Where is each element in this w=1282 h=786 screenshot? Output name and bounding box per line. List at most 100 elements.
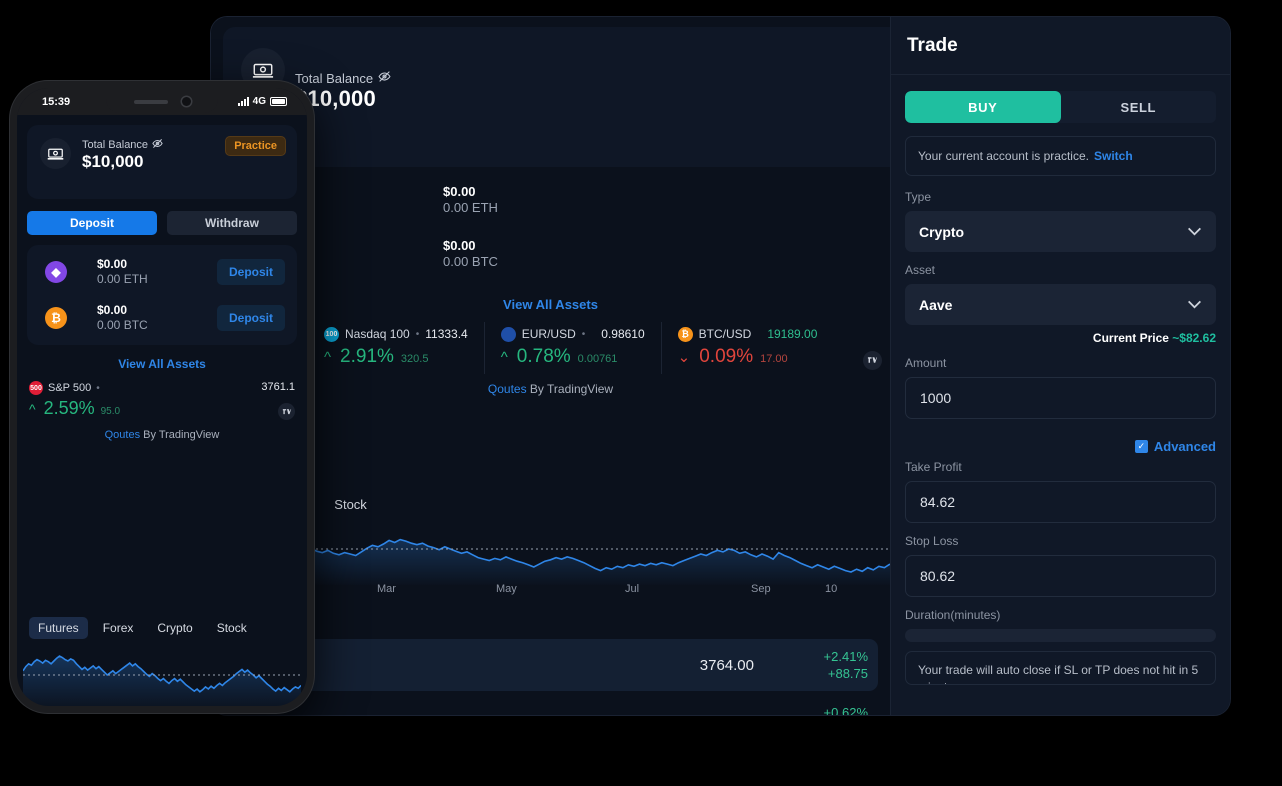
ticker-eurusd[interactable]: EUR/USD • 0.98610 ^ 0.78% 0.00761: [484, 322, 661, 374]
practice-notice-text: Your current account is practice.: [918, 149, 1089, 163]
tradingview-logo-icon[interactable]: [278, 403, 295, 420]
duration-label: Duration(minutes): [905, 608, 1216, 622]
tab-stock[interactable]: Stock: [325, 494, 376, 515]
sell-tab[interactable]: SELL: [1061, 91, 1217, 123]
list-item: ₿ $0.00 0.00 BTC Deposit: [27, 295, 297, 341]
view-all-assets-link[interactable]: View All Assets: [17, 357, 307, 371]
stop-loss-label: Stop Loss: [905, 534, 1216, 548]
bitcoin-icon: ₿: [45, 307, 67, 329]
bitcoin-icon: ₿: [678, 327, 693, 342]
asset-list: ◆ $0.00 0.00 ETH Deposit Withdraw ₿ $0.0…: [223, 173, 890, 281]
tab-forex[interactable]: Forex: [94, 617, 143, 639]
eye-off-icon[interactable]: [378, 70, 391, 86]
asset-selected-value: Aave: [919, 297, 952, 313]
mobile-price-chart: [23, 640, 301, 706]
quotes-link[interactable]: Qoutes: [488, 382, 527, 396]
ticker-name: EUR/USD: [522, 327, 576, 341]
type-select[interactable]: Crypto: [905, 211, 1216, 252]
asset-quantity: 0.00 ETH: [97, 272, 148, 287]
advanced-toggle-row[interactable]: ✓ Advanced: [905, 439, 1216, 454]
mobile-content: Total Balance $10,000 Practice Deposit W…: [17, 125, 307, 706]
buy-sell-toggle: BUY SELL: [905, 91, 1216, 123]
eye-off-icon[interactable]: [152, 138, 163, 152]
tab-futures[interactable]: Futures: [29, 617, 88, 639]
quotes-suffix: By TradingView: [140, 429, 219, 441]
trade-panel: Trade BUY SELL Your current account is p…: [890, 17, 1230, 715]
caret-up-icon: ^: [324, 349, 331, 366]
separator-dot: •: [416, 329, 420, 340]
separator-dot: •: [96, 383, 100, 394]
mobile-deposit-withdraw-tabs: Deposit Withdraw: [27, 211, 297, 235]
sp500-icon: 500: [29, 381, 43, 395]
switch-account-link[interactable]: Switch: [1094, 149, 1133, 163]
ticker-price: 3761.1: [261, 381, 295, 393]
status-indicators: 4G: [238, 96, 287, 107]
ticker-name: S&P 500: [48, 382, 91, 394]
asset-quantity: 0.00 BTC: [443, 254, 498, 270]
front-camera-icon: [182, 97, 191, 106]
mobile-status-bar: 15:39 4G: [17, 88, 307, 115]
eurusd-flag-icon: [501, 327, 516, 342]
quotes-suffix: By TradingView: [527, 382, 614, 396]
ethereum-icon: ◆: [45, 261, 67, 283]
ticker-name: BTC/USD: [699, 327, 752, 341]
current-price: Current Price ~$82.62: [905, 331, 1216, 345]
take-profit-input[interactable]: 84.62: [905, 481, 1216, 523]
network-type-label: 4G: [253, 96, 266, 107]
banknote-icon: [40, 138, 71, 169]
deposit-tab[interactable]: Deposit: [27, 211, 157, 235]
ticker-price: 11333.4: [425, 327, 468, 341]
ticker-price: 19189.00: [767, 327, 817, 341]
advanced-label: Advanced: [1154, 439, 1216, 454]
asset-select[interactable]: Aave: [905, 284, 1216, 325]
ticker-price: 0.98610: [601, 327, 644, 341]
deposit-button[interactable]: Deposit: [217, 305, 285, 331]
ticker-btcusd[interactable]: ₿ BTC/USD 19189.00 ⌄ 0.09% 17.00: [661, 322, 834, 374]
duration-slider[interactable]: [905, 629, 1216, 642]
quotes-attribution: Qoutes By TradingView: [17, 429, 307, 441]
page-title: Trade: [907, 35, 958, 57]
ticker-change-pct: 2.59%: [44, 398, 95, 419]
trade-panel-header: Trade: [891, 17, 1230, 75]
mobile-chart-category-tabs: Futures Forex Crypto Stock: [29, 617, 256, 639]
current-price-value: ~$82.62: [1172, 331, 1216, 345]
axis-tick-label: Jul: [625, 583, 639, 595]
asset-usd-value: $0.00: [443, 184, 498, 200]
practice-badge[interactable]: Practice: [225, 136, 286, 156]
quote-change-pct: +0.62%: [782, 704, 868, 715]
quote-change: +2.41% +88.75: [782, 648, 868, 682]
mobile-ticker-sp500[interactable]: 500 S&P 500 • 3761.1 ^ 2.59% 95.0: [29, 381, 295, 425]
mobile-screen: 15:39 4G: [17, 88, 307, 706]
axis-tick-label: Mar: [377, 583, 396, 595]
chevron-down-icon: [1187, 224, 1202, 239]
buy-tab[interactable]: BUY: [905, 91, 1061, 123]
amount-input[interactable]: 1000: [905, 377, 1216, 419]
advanced-checkbox[interactable]: ✓: [1135, 440, 1148, 453]
caret-up-icon: ^: [501, 349, 508, 366]
practice-account-notice: Your current account is practice. Switch: [905, 136, 1216, 176]
quote-row[interactable]: 3764.00 +2.41% +88.75: [223, 639, 878, 691]
quote-price: 3764.00: [700, 657, 754, 674]
tab-stock[interactable]: Stock: [208, 617, 256, 639]
tradingview-logo-icon[interactable]: [863, 351, 882, 370]
asset-usd-value: $0.00: [97, 257, 148, 272]
quotes-link[interactable]: Qoutes: [105, 429, 140, 441]
withdraw-tab[interactable]: Withdraw: [167, 211, 297, 235]
asset-values: $0.00 0.00 ETH: [443, 184, 498, 216]
caret-up-icon: ^: [29, 401, 36, 417]
ticker-change-abs: 0.00761: [578, 353, 618, 365]
axis-tick-label: 10: [825, 583, 837, 595]
tab-crypto[interactable]: Crypto: [148, 617, 201, 639]
stop-loss-input[interactable]: 80.62: [905, 555, 1216, 597]
quote-row[interactable]: 0.98870 +0.62% +0.00610: [223, 695, 878, 715]
deposit-button[interactable]: Deposit: [217, 259, 285, 285]
ticker-change-pct: 0.78%: [517, 346, 571, 368]
desktop-app-window: Total Balance $10,000 Practice ◆ $0.00 0…: [211, 17, 1230, 715]
ticker-change-abs: 320.5: [401, 353, 429, 365]
asset-values: $0.00 0.00 ETH: [97, 257, 148, 287]
chart-svg: [23, 640, 301, 706]
ticker-nasdaq100[interactable]: 100 Nasdaq 100 • 11333.4 ^ 2.91% 320.5: [307, 322, 484, 374]
quote-price: 0.98870: [700, 713, 754, 716]
ticker-change-pct: 0.09%: [699, 346, 753, 368]
table-row: ◆ $0.00 0.00 ETH Deposit Withdraw: [223, 173, 890, 227]
